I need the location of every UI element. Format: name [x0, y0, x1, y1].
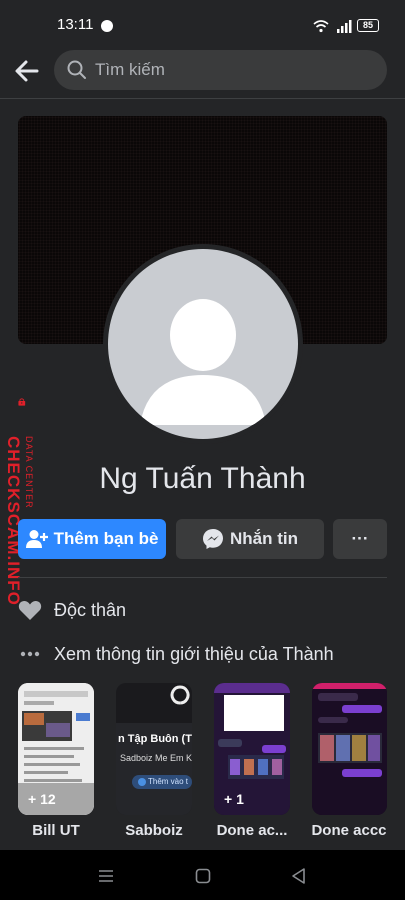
more-options-button[interactable]: ···: [333, 519, 387, 559]
story-overlay-title: n Tập Buôn (Trun: [118, 733, 192, 745]
story-overlay-sub: Sadboiz Me Em Ko Me: [120, 753, 192, 763]
header-divider: [0, 98, 405, 99]
message-button[interactable]: Nhắn tin: [176, 519, 324, 559]
add-friend-button[interactable]: Thêm bạn bè: [18, 519, 166, 559]
heart-icon: [18, 600, 42, 620]
featured-story[interactable]: n Tập Buôn (Trun Sadboiz Me Em Ko Me Thê…: [116, 683, 192, 815]
about-link-text: Xem thông tin giới thiệu của Thành: [54, 643, 334, 664]
search-input[interactable]: Tìm kiếm: [54, 50, 387, 90]
about-link[interactable]: Xem thông tin giới thiệu của Thành: [18, 641, 334, 667]
status-bar: 13:11 85: [0, 0, 405, 48]
story-label: Sabboiz: [125, 822, 183, 839]
status-time: 13:11: [57, 16, 94, 33]
story-count: + 12: [28, 791, 56, 807]
story-label: Done accc: [311, 822, 387, 839]
more-options-icon: ···: [351, 529, 369, 548]
section-divider: [18, 577, 387, 578]
relationship-row: Độc thân: [18, 597, 126, 623]
relationship-text: Độc thân: [54, 599, 127, 620]
battery-icon: 85: [357, 19, 379, 32]
message-label: Nhắn tin: [230, 529, 298, 548]
story-label: Bill UT: [32, 822, 80, 839]
search-icon: [67, 60, 86, 79]
story-count: + 1: [224, 791, 244, 807]
back-icon[interactable]: [289, 866, 309, 886]
profile-name: Ng Tuấn Thành: [99, 462, 306, 495]
more-dots-icon: [20, 651, 40, 657]
search-placeholder: Tìm kiếm: [95, 60, 165, 79]
home-icon[interactable]: [193, 866, 213, 886]
messenger-notification-icon: [101, 20, 113, 32]
signal-icon: [337, 20, 352, 33]
messenger-icon: [203, 529, 223, 549]
menu-icon[interactable]: [96, 866, 116, 886]
system-nav-bar: [0, 850, 405, 900]
featured-story[interactable]: + 1: [214, 683, 290, 815]
featured-story[interactable]: + 12: [18, 683, 94, 815]
avatar[interactable]: [108, 249, 298, 439]
wifi-icon: [313, 20, 329, 33]
story-thumbnail: [312, 683, 387, 815]
add-friend-icon: [25, 530, 48, 548]
default-user-icon: [140, 299, 266, 425]
story-overlay-button: Thêm vào t: [148, 777, 189, 786]
story-label: Done ac...: [216, 822, 288, 839]
watermark-subtext: DATA CENTER: [24, 436, 34, 509]
story-thumbnail: [116, 683, 192, 815]
lock-icon: [18, 398, 26, 406]
back-arrow-icon[interactable]: [12, 56, 42, 86]
featured-story[interactable]: [312, 683, 387, 815]
add-friend-label: Thêm bạn bè: [53, 529, 159, 548]
